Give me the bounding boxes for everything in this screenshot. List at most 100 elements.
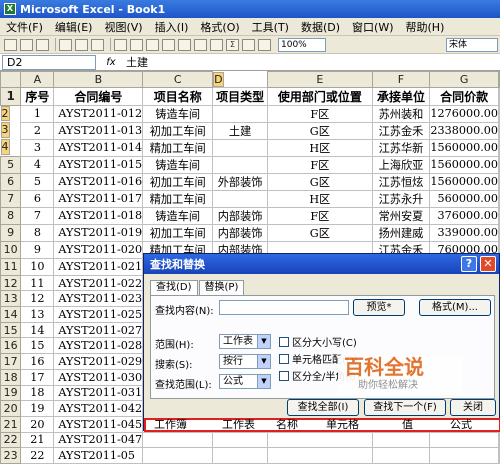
cell[interactable]: 精加工车间	[142, 189, 214, 208]
cell[interactable]: 560000.00	[429, 189, 499, 208]
cell[interactable]: 铸造车间	[142, 206, 214, 225]
cell[interactable]: 15	[20, 337, 55, 355]
row-header[interactable]: 18	[0, 368, 22, 386]
cell[interactable]: AYST2011-017	[53, 189, 144, 208]
find-next-button[interactable]: 查找下一个(F)	[364, 399, 446, 416]
cell[interactable]: 1560000.00	[429, 172, 499, 191]
cell[interactable]: 内部装饰	[212, 206, 269, 225]
cell[interactable]: AYST2011-031	[53, 384, 144, 402]
paste-icon[interactable]	[146, 38, 159, 51]
cell[interactable]: 5	[20, 172, 55, 191]
preview-icon[interactable]	[75, 38, 88, 51]
cell[interactable]: G区	[267, 172, 373, 191]
cell[interactable]: 19	[20, 400, 55, 417]
row-header[interactable]: 22	[0, 431, 22, 449]
row-header[interactable]: 8	[0, 206, 22, 225]
row-header[interactable]: 3	[0, 122, 10, 138]
cell[interactable]: 1	[20, 104, 55, 123]
row-header[interactable]: 4	[0, 139, 10, 155]
zoom-select[interactable]: 100%	[278, 37, 326, 52]
cell[interactable]	[371, 431, 431, 449]
scope-select[interactable]: 工作表 ▼	[219, 334, 271, 349]
cell[interactable]: G区	[267, 121, 373, 140]
find-input[interactable]	[219, 300, 349, 315]
cell[interactable]	[498, 155, 500, 174]
column-header[interactable]: B	[53, 71, 144, 88]
cell[interactable]: 11	[20, 274, 55, 292]
header-cell[interactable]: 项目类型	[212, 86, 269, 106]
menu-item[interactable]: 格式(O)	[200, 19, 239, 35]
cell[interactable]	[498, 223, 500, 242]
cell[interactable]	[212, 189, 269, 208]
row-header[interactable]: 11	[0, 257, 22, 276]
cell[interactable]	[142, 431, 214, 449]
cell[interactable]	[267, 431, 373, 449]
row-header[interactable]: 21	[0, 415, 22, 433]
cell[interactable]: 376000.00	[429, 206, 499, 225]
row-header[interactable]: 9	[0, 223, 22, 242]
cell[interactable]: AYST2011-012	[53, 104, 144, 123]
row-header[interactable]: 5	[0, 155, 22, 174]
cut-icon[interactable]	[114, 38, 127, 51]
cell[interactable]	[212, 447, 269, 464]
cell[interactable]	[498, 447, 500, 464]
cell[interactable]	[212, 155, 269, 174]
cell[interactable]	[498, 189, 500, 208]
hyperlink-icon[interactable]	[210, 38, 223, 51]
cell[interactable]: 2338000.00	[429, 121, 499, 140]
column-header[interactable]: A	[20, 71, 55, 88]
row-header[interactable]: 23	[0, 447, 22, 464]
sum-icon[interactable]: Σ	[226, 38, 239, 51]
row-header[interactable]: 17	[0, 353, 22, 370]
row-header[interactable]: 1	[0, 86, 22, 106]
cell[interactable]: 江苏华新	[371, 138, 431, 157]
cell[interactable]: 8	[20, 223, 55, 242]
row-header[interactable]: 14	[0, 306, 22, 323]
menu-item[interactable]: 帮助(H)	[406, 19, 445, 35]
menu-item[interactable]: 视图(V)	[104, 19, 142, 35]
lookin-select[interactable]: 公式 ▼	[219, 374, 271, 389]
chart-icon[interactable]	[258, 38, 271, 51]
col-cell[interactable]: 单元格	[320, 419, 388, 430]
preview-button[interactable]: 预览*	[353, 299, 405, 316]
cell[interactable]: AYST2011-027	[53, 321, 144, 339]
col-sheet[interactable]: 工作表	[204, 419, 270, 430]
undo-icon[interactable]	[178, 38, 191, 51]
menu-item[interactable]: 窗口(W)	[352, 19, 393, 35]
cell[interactable]: 精加工车间	[142, 138, 214, 157]
name-box[interactable]: D2	[2, 54, 96, 70]
col-workbook[interactable]: 工作簿	[146, 419, 204, 430]
col-formula[interactable]: 公式	[450, 419, 495, 430]
cell[interactable]: AYST2011-045	[53, 415, 144, 433]
cell[interactable]: 21	[20, 431, 55, 449]
cell[interactable]: 2	[20, 121, 55, 140]
cell[interactable]: AYST2011-022	[53, 274, 144, 292]
cell[interactable]	[429, 431, 499, 449]
header-cell[interactable]: 合同价款	[429, 86, 499, 106]
cell[interactable]: 1276000.00	[429, 104, 499, 123]
cell[interactable]: 江苏金禾	[371, 121, 431, 140]
cell[interactable]: 常州安夏	[371, 206, 431, 225]
cell[interactable]: 14	[20, 321, 55, 339]
menu-item[interactable]: 插入(I)	[155, 19, 189, 35]
column-header[interactable]: G	[429, 71, 499, 88]
cell[interactable]: 9	[20, 240, 55, 259]
menu-item[interactable]: 编辑(E)	[55, 19, 93, 35]
cell[interactable]: F区	[267, 206, 373, 225]
row-header[interactable]: 15	[0, 321, 22, 339]
save-icon[interactable]	[36, 38, 49, 51]
tab-find[interactable]: 查找(D)	[150, 280, 198, 296]
close-icon[interactable]: ✕	[480, 256, 496, 272]
open-icon[interactable]	[20, 38, 33, 51]
cell[interactable]	[429, 447, 499, 464]
cell[interactable]	[498, 172, 500, 191]
redo-icon[interactable]	[194, 38, 207, 51]
cell[interactable]: 内部装饰	[212, 223, 269, 242]
row-header[interactable]: 6	[0, 172, 22, 191]
cell[interactable]: 17	[20, 368, 55, 386]
formula-input[interactable]: 土建	[126, 54, 148, 70]
cell[interactable]	[498, 121, 500, 140]
cell[interactable]	[498, 431, 500, 449]
cell[interactable]: F区	[267, 155, 373, 174]
search-select[interactable]: 按行 ▼	[219, 354, 271, 369]
